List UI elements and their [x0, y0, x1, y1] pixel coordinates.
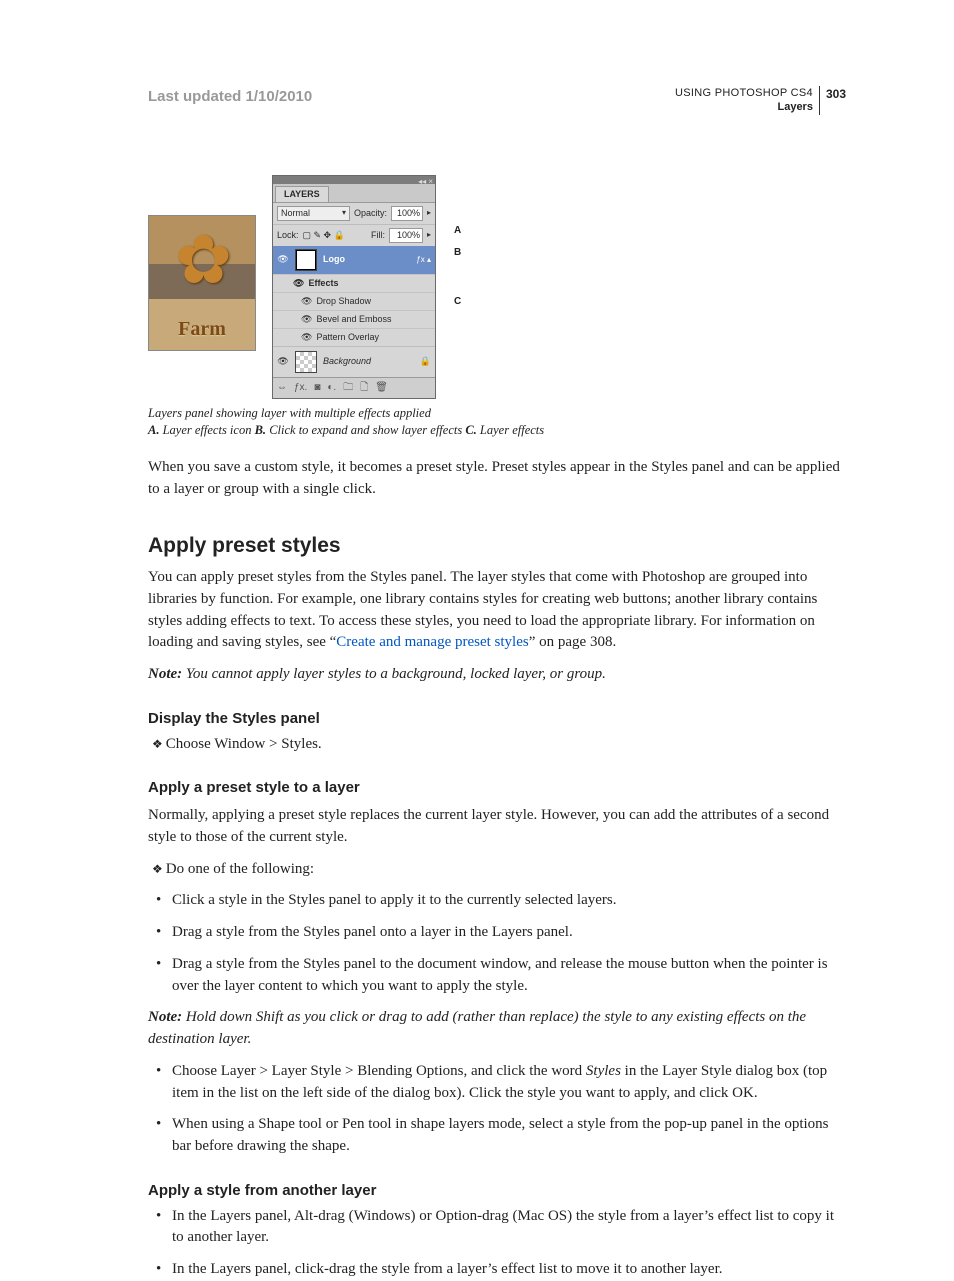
- opacity-value: 100%: [391, 206, 423, 221]
- panel-tab: LAYERS: [275, 186, 329, 202]
- heading-apply-preset-style-to-layer: Apply a preset style to a layer: [148, 777, 846, 799]
- body-paragraph: When you save a custom style, it becomes…: [148, 457, 846, 501]
- step-list: Choose Window > Styles.: [148, 734, 846, 756]
- panel-footer: ⇔ ƒx. ◙ ◐. 🗀 🗋 🗑: [273, 377, 435, 399]
- page: Last updated 1/10/2010 USING PHOTOSHOP C…: [0, 0, 954, 1235]
- heading-apply-preset-styles: Apply preset styles: [148, 531, 846, 561]
- figure-thumbnail: ✿ Farm: [148, 215, 256, 351]
- figure: ✿ Farm ◂◂ × LAYERS Normal▾ Opacity: 100%…: [148, 175, 846, 440]
- trash-icon: 🗑: [375, 381, 388, 396]
- adjust-icon: ◐.: [327, 381, 336, 396]
- effect-item: 👁Drop Shadow: [273, 292, 435, 310]
- list-item: Click a style in the Styles panel to app…: [152, 890, 846, 912]
- list-item: Drag a style from the Styles panel onto …: [152, 922, 846, 944]
- doc-title: USING PHOTOSHOP CS4: [675, 86, 813, 100]
- tree-icon: ✿: [175, 226, 232, 294]
- link-create-manage-preset-styles[interactable]: Create and manage preset styles: [336, 634, 528, 650]
- heading-display-styles-panel: Display the Styles panel: [148, 708, 846, 730]
- callout-c: C: [454, 295, 461, 310]
- fill-label: Fill:: [371, 229, 385, 242]
- eye-icon: 👁: [293, 277, 304, 290]
- list-item: Choose Layer > Layer Style > Blending Op…: [152, 1061, 846, 1105]
- bullet-list: Choose Layer > Layer Style > Blending Op…: [148, 1061, 846, 1158]
- last-updated: Last updated 1/10/2010: [148, 86, 312, 108]
- link-icon: ⇔: [277, 381, 287, 396]
- visibility-icon: 👁: [277, 355, 289, 368]
- fx-icon: ƒx.: [294, 381, 307, 396]
- layers-panel: ◂◂ × LAYERS Normal▾ Opacity: 100% ▸ Lock…: [272, 175, 436, 400]
- callout-a: A: [454, 224, 461, 239]
- page-number: 303: [820, 86, 846, 103]
- thumbnail-label: Farm: [149, 315, 255, 344]
- effect-item: 👁Bevel and Emboss: [273, 310, 435, 328]
- header-section: Layers: [675, 100, 813, 114]
- fill-arrow-icon: ▸: [427, 229, 431, 241]
- callout-b: B: [454, 246, 461, 261]
- figure-caption: Layers panel showing layer with multiple…: [148, 405, 846, 439]
- eye-icon: 👁: [301, 313, 312, 326]
- list-item: Choose Window > Styles.: [152, 734, 846, 756]
- background-label: Background: [323, 355, 371, 368]
- layer-thumb-icon: [295, 249, 317, 271]
- note: Note: You cannot apply layer styles to a…: [148, 664, 846, 686]
- note: Note: Hold down Shift as you click or dr…: [148, 1007, 846, 1051]
- list-item: Drag a style from the Styles panel to th…: [152, 954, 846, 998]
- visibility-icon: 👁: [277, 253, 289, 266]
- bullet-list: In the Layers panel, Alt-drag (Windows) …: [148, 1206, 846, 1281]
- caption-line1: Layers panel showing layer with multiple…: [148, 405, 846, 422]
- list-item: Do one of the following:: [152, 859, 846, 881]
- body-paragraph: You can apply preset styles from the Sty…: [148, 567, 846, 654]
- layer-name: Logo: [323, 253, 345, 266]
- blend-mode-select: Normal▾: [277, 206, 350, 221]
- new-icon: 🗋: [360, 381, 368, 396]
- eye-icon: 👁: [301, 331, 312, 344]
- layer-row-background: 👁 Background 🔒: [273, 346, 435, 377]
- fx-badge-icon: ƒx ▴: [416, 254, 431, 266]
- effect-item: 👁Pattern Overlay: [273, 328, 435, 346]
- eye-icon: 👁: [301, 295, 312, 308]
- bullet-list: Click a style in the Styles panel to app…: [148, 890, 846, 997]
- lock-label: Lock:: [277, 229, 299, 242]
- mask-icon: ◙: [314, 381, 320, 396]
- header-right: USING PHOTOSHOP CS4 Layers 303: [675, 86, 846, 115]
- heading-apply-style-from-another-layer: Apply a style from another layer: [148, 1180, 846, 1202]
- list-item: When using a Shape tool or Pen tool in s…: [152, 1114, 846, 1158]
- folder-icon: 🗀: [343, 381, 353, 396]
- list-item: In the Layers panel, Alt-drag (Windows) …: [152, 1206, 846, 1250]
- list-item: In the Layers panel, click-drag the styl…: [152, 1259, 846, 1281]
- opacity-label: Opacity:: [354, 207, 387, 220]
- fill-value: 100%: [389, 228, 423, 243]
- layer-thumb-icon: [295, 351, 317, 373]
- collapse-icon: ◂◂ ×: [418, 176, 433, 188]
- lock-icon: 🔒: [420, 355, 431, 368]
- body-paragraph: Normally, applying a preset style replac…: [148, 805, 846, 849]
- layer-row-logo: 👁 Logo ƒx ▴: [273, 246, 435, 274]
- page-header: Last updated 1/10/2010 USING PHOTOSHOP C…: [148, 86, 846, 115]
- opacity-arrow-icon: ▸: [427, 207, 431, 219]
- effects-header: 👁Effects: [273, 274, 435, 292]
- layers-panel-wrapper: ◂◂ × LAYERS Normal▾ Opacity: 100% ▸ Lock…: [272, 175, 436, 400]
- lock-icons: ▢ ✎ ✥ 🔒: [303, 229, 345, 242]
- caption-line2: A. Layer effects icon B. Click to expand…: [148, 422, 846, 439]
- step-list: Do one of the following:: [148, 859, 846, 881]
